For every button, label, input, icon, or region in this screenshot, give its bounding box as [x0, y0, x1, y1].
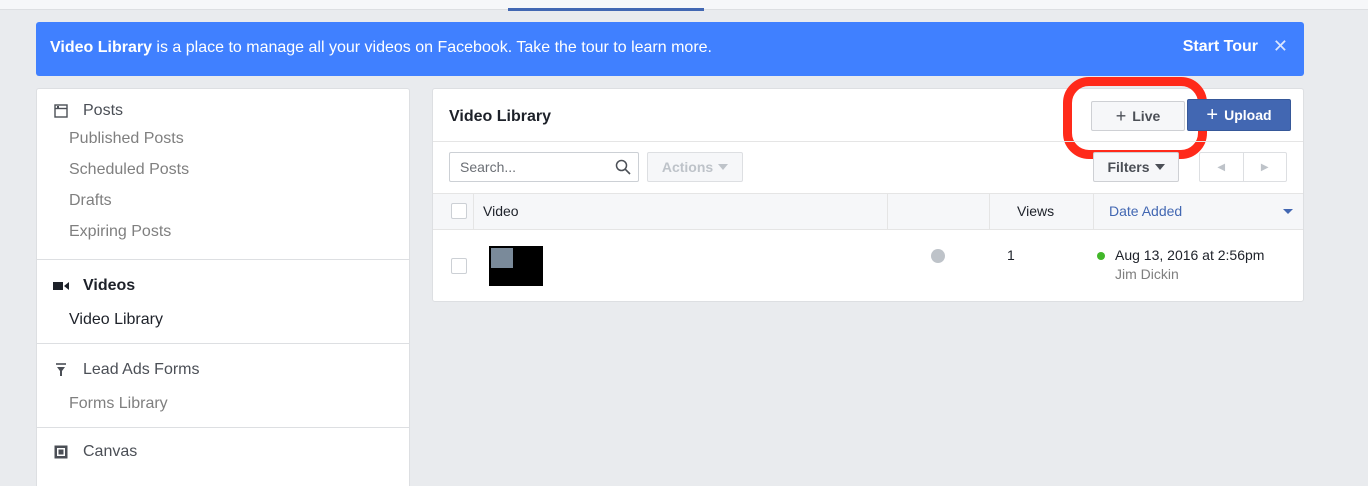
- upload-button-label: Upload: [1224, 107, 1272, 123]
- table-header: Video Views Date Added: [433, 193, 1303, 230]
- table-row[interactable]: 1 Aug 13, 2016 at 2:56pm Jim Dickin: [433, 231, 1303, 301]
- sidebar-section-videos: Videos Video Library: [37, 260, 409, 344]
- banner-description: is a place to manage all your videos on …: [151, 39, 712, 56]
- canvas-icon: [53, 444, 69, 460]
- sidebar-item-scheduled-posts[interactable]: Scheduled Posts: [37, 154, 409, 185]
- plus-icon: +: [1206, 103, 1219, 126]
- views-count: 1: [1007, 247, 1015, 263]
- column-divider: [887, 194, 888, 229]
- column-divider: [1093, 194, 1094, 229]
- actions-label: Actions: [661, 159, 714, 175]
- banner-title: Video Library: [50, 39, 152, 56]
- close-icon[interactable]: ✕: [1273, 36, 1288, 57]
- page-title: Video Library: [449, 108, 551, 125]
- previous-page-icon[interactable]: ◀: [1200, 153, 1244, 181]
- chevron-down-icon: [1154, 164, 1165, 170]
- search-input[interactable]: [449, 152, 639, 182]
- divider: [433, 141, 1303, 142]
- sort-descending-icon[interactable]: [1283, 209, 1293, 214]
- sidebar-item-label: Canvas: [83, 443, 138, 460]
- pagination: ◀ ▶: [1199, 152, 1287, 182]
- select-all-checkbox[interactable]: [451, 203, 467, 219]
- chevron-down-icon: [718, 164, 729, 170]
- sidebar-item-video-library[interactable]: Video Library: [37, 304, 409, 335]
- sidebar-item-videos[interactable]: Videos: [37, 274, 409, 298]
- sidebar-item-published-posts[interactable]: Published Posts: [37, 123, 409, 154]
- top-navigation-bar: [0, 0, 1368, 11]
- next-page-icon[interactable]: ▶: [1244, 153, 1287, 181]
- banner-message: Video Library is a place to manage all y…: [50, 39, 712, 57]
- video-library-panel: Video Library + Live + Upload Actions Fi…: [432, 77, 1304, 302]
- start-tour-link[interactable]: Start Tour: [1183, 38, 1258, 56]
- date-added: Aug 13, 2016 at 2:56pm: [1115, 247, 1265, 263]
- tour-banner: Video Library is a place to manage all y…: [36, 22, 1304, 76]
- live-button[interactable]: + Live: [1091, 101, 1185, 131]
- video-camera-icon: [53, 278, 69, 294]
- upload-button[interactable]: + Upload: [1187, 99, 1291, 131]
- sidebar-item-label: Posts: [83, 102, 124, 119]
- active-tab-indicator: [508, 8, 704, 11]
- sidebar-item-canvas[interactable]: Canvas: [37, 440, 409, 464]
- thumbnail-image: [491, 248, 513, 268]
- sidebar-section-lead-ads-forms: Lead Ads Forms Forms Library: [37, 344, 409, 428]
- filters-dropdown[interactable]: Filters: [1093, 152, 1179, 182]
- sidebar-item-drafts[interactable]: Drafts: [37, 185, 409, 216]
- sidebar-section-canvas: Canvas: [37, 428, 409, 474]
- actions-dropdown[interactable]: Actions: [647, 152, 743, 182]
- column-divider: [473, 194, 474, 229]
- sidebar: Posts Published Posts Scheduled Posts Dr…: [36, 88, 410, 486]
- plus-icon: +: [1115, 105, 1127, 126]
- funnel-icon: [53, 362, 69, 378]
- author-name[interactable]: Jim Dickin: [1115, 266, 1179, 282]
- sidebar-item-lead-ads-forms[interactable]: Lead Ads Forms: [37, 358, 409, 382]
- sidebar-item-label: Lead Ads Forms: [83, 361, 200, 378]
- filters-label: Filters: [1107, 159, 1150, 175]
- sidebar-section-posts: Posts Published Posts Scheduled Posts Dr…: [37, 89, 409, 260]
- sidebar-item-label: Videos: [83, 277, 136, 294]
- column-header-video[interactable]: Video: [483, 194, 519, 229]
- search-icon[interactable]: [615, 159, 631, 175]
- video-thumbnail[interactable]: [489, 246, 543, 286]
- status-dot: [1097, 252, 1105, 260]
- sidebar-item-forms-library[interactable]: Forms Library: [37, 388, 409, 419]
- column-divider: [989, 194, 990, 229]
- public-privacy-icon: [931, 249, 945, 263]
- posts-icon: [53, 103, 69, 119]
- sidebar-item-expiring-posts[interactable]: Expiring Posts: [37, 216, 409, 247]
- sidebar-item-posts[interactable]: Posts: [37, 99, 409, 123]
- column-header-date-added[interactable]: Date Added: [1109, 194, 1182, 229]
- live-button-label: Live: [1132, 108, 1161, 124]
- row-checkbox[interactable]: [451, 258, 467, 274]
- column-header-views[interactable]: Views: [1017, 194, 1054, 229]
